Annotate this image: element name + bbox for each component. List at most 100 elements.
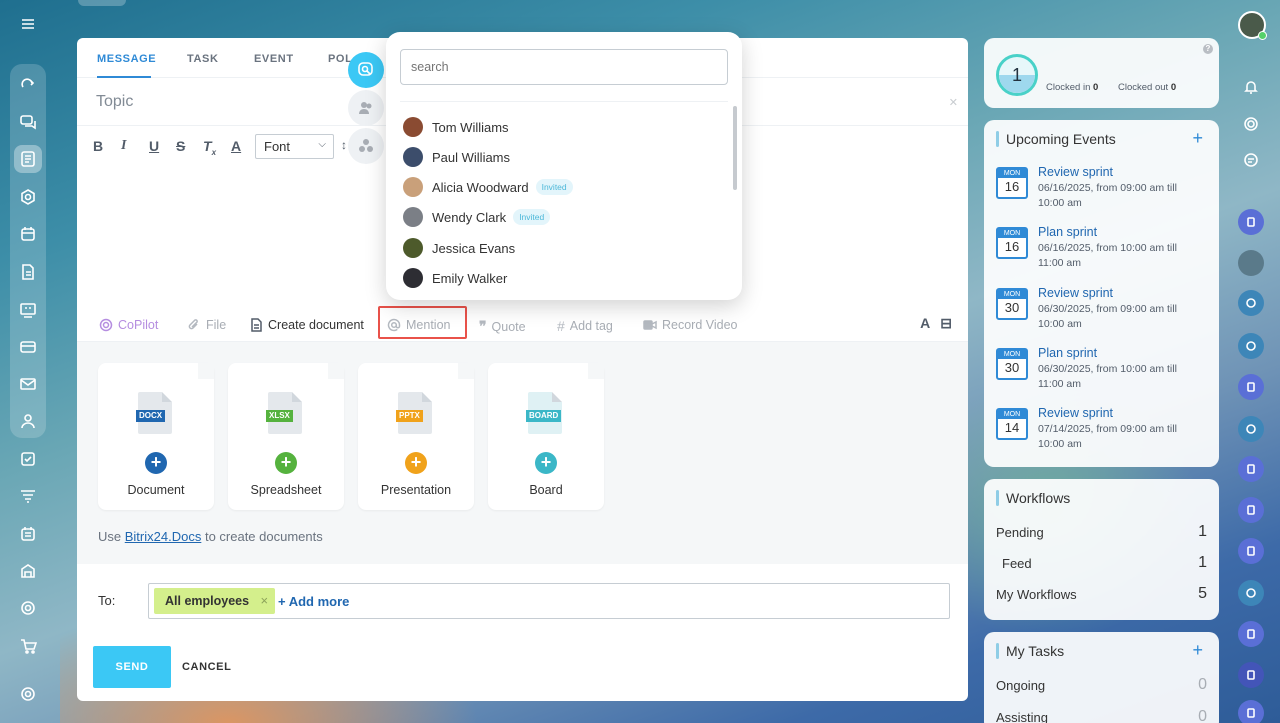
tab-message[interactable]: MESSAGE: [97, 53, 156, 65]
event-item[interactable]: MON 14 Review sprint 07/14/2025, from 09…: [996, 406, 1211, 464]
add-tag-button[interactable]: # Add tag: [557, 318, 613, 334]
notebook-icon[interactable]: [1238, 700, 1264, 723]
copilot-icon[interactable]: [1238, 290, 1264, 316]
menu-icon[interactable]: [14, 10, 42, 38]
add-more-link[interactable]: + Add more: [278, 594, 349, 609]
underline-icon[interactable]: U: [149, 138, 159, 154]
event-title[interactable]: Plan sprint: [1038, 225, 1097, 239]
topic-field[interactable]: Topic: [96, 93, 133, 111]
workflow-row-feed[interactable]: Feed 1: [1002, 554, 1207, 571]
tab-task[interactable]: TASK: [187, 53, 219, 65]
copilot-button[interactable]: CoPilot: [99, 318, 158, 332]
support-chat-icon[interactable]: [1238, 147, 1264, 173]
font-select[interactable]: Font ⌵: [255, 134, 334, 159]
calendar-icon[interactable]: [14, 220, 42, 248]
copilot-icon[interactable]: [1238, 333, 1264, 359]
plus-icon[interactable]: +: [275, 452, 297, 474]
doc-card-board[interactable]: BOARD + Board: [488, 363, 604, 510]
target-icon[interactable]: [14, 594, 42, 622]
mention-option[interactable]: Jessica Evans: [403, 236, 515, 260]
add-task-button[interactable]: +: [1192, 640, 1203, 661]
text-color-icon[interactable]: A: [231, 138, 241, 154]
send-button[interactable]: SEND: [93, 646, 171, 688]
hexagon-icon[interactable]: [14, 183, 42, 211]
notebook-icon[interactable]: [1238, 621, 1264, 647]
groups-icon[interactable]: [348, 128, 384, 164]
notebook-icon[interactable]: [1238, 456, 1264, 482]
settings-icon[interactable]: [14, 680, 42, 708]
bold-icon[interactable]: B: [93, 138, 103, 154]
quote-button[interactable]: ❞ Quote: [479, 318, 526, 335]
cart-icon[interactable]: [14, 632, 42, 660]
card-icon[interactable]: [14, 333, 42, 361]
workflow-row-my-workflows[interactable]: My Workflows 5: [996, 585, 1207, 602]
event-title[interactable]: Review sprint: [1038, 406, 1113, 420]
notebook-icon[interactable]: [1238, 497, 1264, 523]
chat-search-icon[interactable]: [348, 52, 384, 88]
plus-icon[interactable]: +: [145, 452, 167, 474]
dropdown-scrollbar[interactable]: [733, 106, 737, 190]
doc-card-spreadsheet[interactable]: XLSX + Spreadsheet: [228, 363, 344, 510]
mail-icon[interactable]: [14, 370, 42, 398]
doc-card-document[interactable]: DOCX + Document: [98, 363, 214, 510]
event-title[interactable]: Review sprint: [1038, 165, 1113, 179]
docs-icon[interactable]: [14, 258, 42, 286]
task-row-ongoing[interactable]: Ongoing 0: [996, 676, 1207, 693]
notebook-icon[interactable]: [1238, 662, 1264, 688]
task-row-assisting[interactable]: Assisting 0: [996, 708, 1207, 723]
reservation-icon[interactable]: [14, 296, 42, 324]
store-icon[interactable]: [14, 557, 42, 585]
event-item[interactable]: MON 30 Review sprint 06/30/2025, from 09…: [996, 286, 1211, 344]
schedule-icon[interactable]: [14, 520, 42, 548]
mention-option[interactable]: Emily Walker: [403, 266, 507, 290]
clock-progress[interactable]: 1: [996, 54, 1038, 96]
notebook-icon[interactable]: [1238, 209, 1264, 235]
event-item[interactable]: MON 16 Review sprint 06/16/2025, from 09…: [996, 165, 1211, 223]
event-title[interactable]: Review sprint: [1038, 286, 1113, 300]
users-icon[interactable]: [348, 90, 384, 126]
plus-icon[interactable]: +: [405, 452, 427, 474]
notebook-icon[interactable]: [1238, 538, 1264, 564]
bitrix24-docs-link[interactable]: Bitrix24.Docs: [125, 529, 202, 544]
cancel-button[interactable]: CANCEL: [182, 661, 231, 673]
event-item[interactable]: MON 16 Plan sprint 06/16/2025, from 10:0…: [996, 225, 1211, 283]
font-size-icon[interactable]: ↕: [341, 138, 347, 152]
recipient-chip[interactable]: All employees ×: [154, 588, 276, 614]
filter-icon[interactable]: [14, 482, 42, 510]
help-icon[interactable]: ?: [1203, 44, 1213, 54]
sites-icon[interactable]: [14, 70, 42, 98]
team-icon[interactable]: [14, 407, 42, 435]
add-event-button[interactable]: +: [1192, 128, 1203, 149]
close-icon[interactable]: ✕: [949, 96, 958, 109]
strikethrough-icon[interactable]: S: [176, 138, 185, 154]
mention-option[interactable]: Tom Williams: [403, 115, 509, 139]
layout-icon[interactable]: ⊟: [940, 315, 952, 332]
mention-option[interactable]: Alicia Woodward Invited: [403, 175, 573, 199]
copilot-icon[interactable]: [1238, 111, 1264, 137]
copilot-icon[interactable]: [1238, 580, 1264, 606]
tasks-icon[interactable]: [14, 445, 42, 473]
file-button[interactable]: File: [187, 318, 226, 332]
copilot-icon[interactable]: [1238, 416, 1264, 442]
record-video-button[interactable]: Record Video: [643, 318, 738, 332]
mention-option[interactable]: Wendy Clark Invited: [403, 205, 551, 229]
doc-card-presentation[interactable]: PPTX + Presentation: [358, 363, 474, 510]
notebook-icon[interactable]: [1238, 374, 1264, 400]
mention-search-input[interactable]: [400, 49, 728, 85]
text-format-icon[interactable]: A: [920, 315, 930, 332]
bell-icon[interactable]: [1238, 74, 1264, 100]
chat-icon[interactable]: [14, 108, 42, 136]
workflow-row-pending[interactable]: Pending 1: [996, 523, 1207, 540]
remove-chip-icon[interactable]: ×: [260, 588, 268, 614]
mention-option[interactable]: Paul Williams: [403, 145, 510, 169]
tab-event[interactable]: EVENT: [254, 53, 294, 65]
create-document-button[interactable]: Create document: [249, 318, 364, 332]
clear-format-icon[interactable]: Tx: [203, 138, 216, 157]
recipients-field[interactable]: All employees × + Add more: [148, 583, 950, 619]
event-title[interactable]: Plan sprint: [1038, 346, 1097, 360]
user-avatar[interactable]: [1238, 250, 1264, 276]
plus-icon[interactable]: +: [535, 452, 557, 474]
italic-icon[interactable]: I: [121, 138, 126, 154]
feed-icon[interactable]: [14, 145, 42, 173]
event-item[interactable]: MON 30 Plan sprint 06/30/2025, from 10:0…: [996, 346, 1211, 404]
